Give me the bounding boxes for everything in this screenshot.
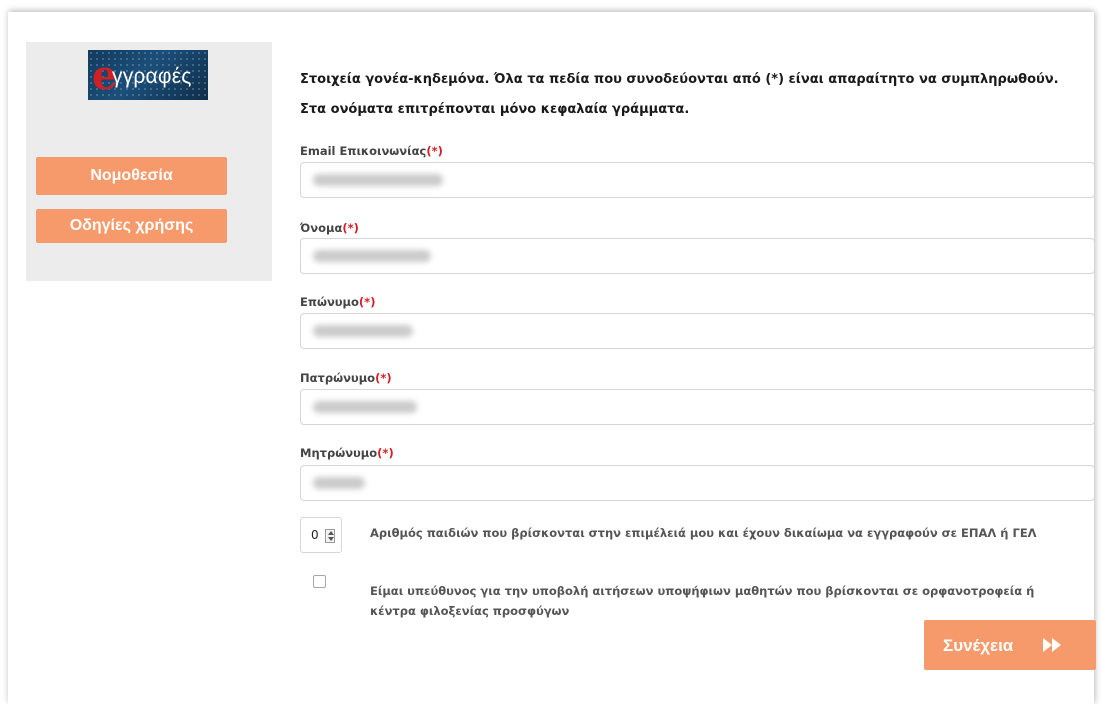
orphanage-checkbox-label: Είμαι υπεύθυνος για την υποβολή αιτήσεων… <box>370 584 1035 618</box>
spinner-arrows-icon[interactable] <box>325 529 335 543</box>
last-name-field[interactable] <box>300 313 1095 349</box>
orphanage-checkbox[interactable] <box>313 575 326 588</box>
email-field[interactable] <box>300 162 1095 198</box>
form-intro-uppercase-note: Στα ονόματα επιτρέπονται μόνο κεφαλαία γ… <box>300 102 690 117</box>
spin-down-icon[interactable] <box>328 537 334 541</box>
father-name-label-text: Πατρώνυμο <box>300 371 376 385</box>
email-label: Email Επικοινωνίας(*) <box>300 144 443 158</box>
email-label-text: Email Επικοινωνίας <box>300 144 427 158</box>
redacted-value <box>313 174 443 186</box>
required-marker: (*) <box>426 144 443 158</box>
sidebar: e γγραφές Νομοθεσία Οδηγίες χρήσης <box>26 42 272 281</box>
logo-word: γγραφές <box>112 65 192 88</box>
required-marker: (*) <box>358 295 376 309</box>
legislation-button[interactable]: Νομοθεσία <box>36 157 227 195</box>
mother-name-field[interactable] <box>300 465 1095 501</box>
father-name-field[interactable] <box>300 389 1095 425</box>
continue-button-label: Συνέχεια <box>943 636 1014 655</box>
redacted-value <box>313 325 413 337</box>
form-intro-required-note: Στοιχεία γονέα-κηδεμόνα. Όλα τα πεδία πο… <box>300 72 1059 87</box>
required-marker: (*) <box>377 446 394 460</box>
first-name-field[interactable] <box>300 238 1095 274</box>
mother-name-label-text: Μητρώνυμο <box>300 446 378 460</box>
first-name-label: Όνομα(*) <box>300 221 359 235</box>
spin-up-icon[interactable] <box>328 531 334 535</box>
mother-name-label: Μητρώνυμο(*) <box>300 446 394 460</box>
user-guide-button[interactable]: Οδηγίες χρήσης <box>36 209 227 243</box>
redacted-value <box>313 250 431 262</box>
required-marker: (*) <box>342 221 359 235</box>
redacted-value <box>313 401 417 413</box>
redacted-value <box>313 477 365 489</box>
last-name-label-text: Επώνυμο <box>300 295 359 309</box>
continue-button[interactable]: Συνέχεια <box>924 620 1096 670</box>
fast-forward-icon <box>1043 638 1061 652</box>
required-marker: (*) <box>375 371 392 385</box>
eggrafes-logo[interactable]: e γγραφές <box>88 50 208 100</box>
father-name-label: Πατρώνυμο(*) <box>300 371 392 385</box>
last-name-label: Επώνυμο(*) <box>300 295 375 309</box>
children-count-label: Αριθμός παιδιών που βρίσκονται στην επιμ… <box>370 526 1037 540</box>
children-count-value: 0 <box>311 528 319 542</box>
children-count-stepper[interactable]: 0 <box>300 517 342 553</box>
first-name-label-text: Όνομα <box>300 221 343 235</box>
